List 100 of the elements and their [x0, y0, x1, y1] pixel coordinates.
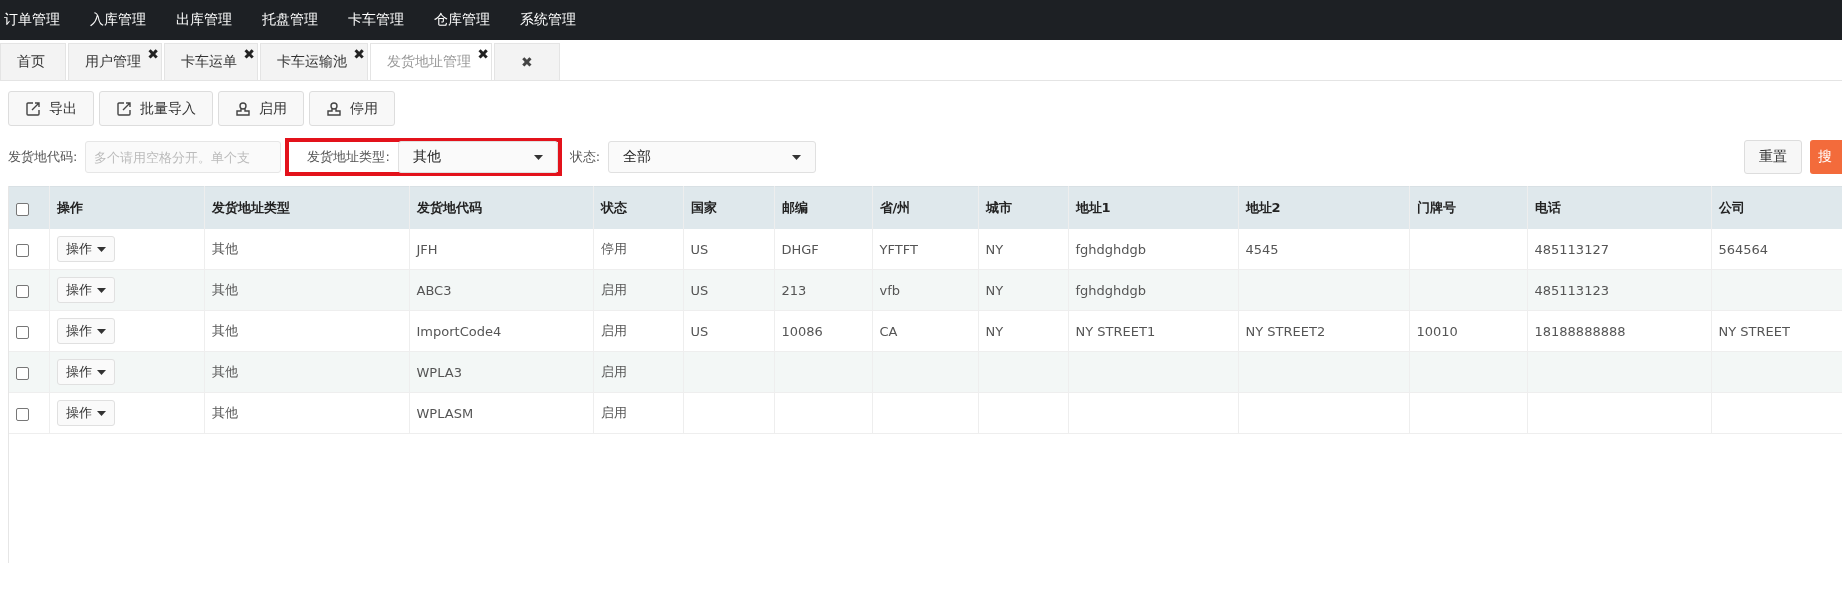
table-cell: 213 [781, 282, 807, 298]
table-cell: US [690, 282, 709, 298]
table-cell: 4545 [1245, 241, 1279, 257]
action-dropdown[interactable]: 操作 [56, 400, 115, 426]
user-icon [235, 100, 251, 117]
menu-item[interactable]: 系统管理 [516, 11, 588, 29]
column-header: 省/州 [879, 200, 911, 215]
table-cell: NY [985, 323, 1004, 339]
menu-item[interactable]: 仓库管理 [430, 11, 502, 29]
close-icon[interactable]: ✖ [353, 46, 365, 62]
export-icon [116, 100, 132, 117]
table-cell: NY STREET [1718, 323, 1790, 339]
filter-label: 发货地址类型: [307, 148, 390, 166]
user-icon [326, 100, 342, 117]
status-select[interactable]: 全部 [608, 141, 817, 173]
tab[interactable]: 首页 [0, 43, 66, 80]
table-cell: fghdghdgb [1075, 282, 1147, 298]
table-cell: fghdghdgb [1075, 241, 1147, 257]
tab[interactable]: 发货地址管理 ✖ [370, 43, 492, 80]
table-cell: US [690, 241, 709, 257]
table-cell: 其他 [211, 323, 238, 338]
menu-item[interactable]: 出库管理 [172, 11, 244, 29]
column-header: 发货地址类型 [211, 200, 290, 215]
close-icon[interactable]: ✖ [503, 54, 551, 70]
toolbar-button[interactable]: 批量导入 [99, 91, 213, 126]
column-header: 城市 [985, 200, 1012, 215]
menu-item[interactable]: 订单管理 [0, 11, 72, 29]
table-cell: WPLASM [416, 405, 474, 421]
column-header: 公司 [1718, 200, 1745, 215]
toolbar-button[interactable]: 导出 [8, 91, 94, 126]
filter-label: 发货地代码: [8, 148, 78, 166]
column-header: 地址2 [1245, 200, 1281, 215]
table-cell: US [690, 323, 709, 339]
table-cell: NY STREET1 [1075, 323, 1156, 339]
column-header: 地址1 [1075, 200, 1111, 215]
table-cell: 停用 [600, 241, 627, 256]
caret-icon [96, 328, 106, 334]
table-cell: DHGF [781, 241, 819, 257]
table-cell: ABC3 [416, 282, 452, 298]
table-cell: ImportCode4 [416, 323, 502, 339]
table-cell: JFH [416, 241, 438, 257]
table-cell: CA [879, 323, 898, 339]
action-dropdown[interactable]: 操作 [56, 318, 115, 344]
table-cell: NY [985, 282, 1004, 298]
tab[interactable]: 卡车运单 ✖ [164, 43, 258, 80]
table-cell: 485113123 [1534, 282, 1609, 298]
checkbox[interactable] [16, 366, 29, 380]
table-cell: 其他 [211, 405, 238, 420]
menu-item[interactable]: 入库管理 [86, 11, 158, 29]
table-cell: 启用 [600, 323, 627, 338]
column-header: 门牌号 [1416, 200, 1456, 215]
tab[interactable]: 用户管理 ✖ [68, 43, 162, 80]
caret-icon [96, 410, 106, 416]
table-cell: WPLA3 [416, 364, 462, 380]
checkbox[interactable] [16, 284, 29, 298]
table-cell: 启用 [600, 364, 627, 379]
table-cell: 其他 [211, 282, 238, 297]
table-cell: 其他 [211, 364, 238, 379]
checkbox[interactable] [16, 243, 29, 257]
checkbox[interactable] [16, 202, 29, 216]
tab[interactable]: ✖ [494, 43, 560, 80]
column-header: 邮编 [781, 200, 808, 215]
menu-item[interactable]: 卡车管理 [344, 11, 416, 29]
table-cell: NY [985, 241, 1004, 257]
caret-icon [96, 246, 106, 252]
column-header: 操作 [56, 200, 83, 215]
action-dropdown[interactable]: 操作 [56, 277, 115, 303]
toolbar-button[interactable]: 启用 [218, 91, 304, 126]
table-cell: 启用 [600, 282, 627, 297]
caret-icon [792, 154, 802, 160]
checkbox[interactable] [16, 407, 29, 421]
reset-button[interactable]: 重置 [1744, 140, 1802, 174]
table-cell: NY STREET2 [1245, 323, 1326, 339]
toolbar-button[interactable]: 停用 [309, 91, 395, 126]
table-cell: YFTFT [879, 241, 918, 257]
type-select[interactable]: 其他 [397, 141, 558, 173]
code-field[interactable]: 多个请用空格分开。单个支 [85, 141, 282, 173]
caret-icon [96, 369, 106, 375]
close-icon[interactable]: ✖ [243, 46, 255, 62]
column-header: 发货地代码 [416, 200, 482, 215]
close-icon[interactable]: ✖ [477, 46, 489, 62]
checkbox[interactable] [16, 325, 29, 339]
table-cell: 10010 [1416, 323, 1458, 339]
column-header: 状态 [600, 200, 627, 215]
caret-icon [96, 287, 106, 293]
tab[interactable]: 卡车运输池 ✖ [260, 43, 368, 80]
export-icon [25, 100, 41, 117]
table-cell: 18188888888 [1534, 323, 1626, 339]
table-cell: 启用 [600, 405, 627, 420]
menu-item[interactable]: 托盘管理 [258, 11, 330, 29]
table-cell: 485113127 [1534, 241, 1609, 257]
table-cell: 10086 [781, 323, 823, 339]
table-cell: vfb [879, 282, 901, 298]
action-dropdown[interactable]: 操作 [56, 236, 115, 262]
table-cell: 其他 [211, 241, 238, 256]
caret-icon [533, 154, 543, 160]
table-cell: 564564 [1718, 241, 1769, 257]
action-dropdown[interactable]: 操作 [56, 359, 115, 385]
close-icon[interactable]: ✖ [147, 46, 159, 62]
column-header: 国家 [690, 200, 717, 215]
